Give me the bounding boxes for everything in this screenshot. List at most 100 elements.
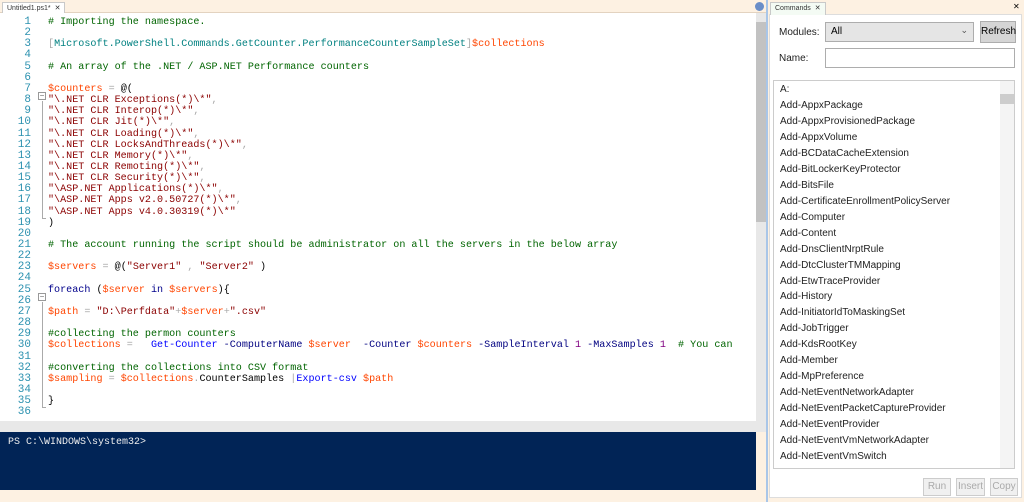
code-line: ) xyxy=(48,218,54,229)
code-token: -ComputerName xyxy=(217,340,303,352)
code-token: , xyxy=(187,150,194,162)
command-list-item[interactable]: Add-EtwTraceProvider xyxy=(780,276,880,287)
code-token: , xyxy=(193,106,200,118)
command-list-item[interactable]: Add-BitLockerKeyProtector xyxy=(780,164,901,175)
code-line: "\.NET CLR Exceptions(*)\*", xyxy=(48,95,218,106)
code-token: ".csv" xyxy=(229,306,267,318)
command-list-item[interactable]: Add-AppxPackage xyxy=(780,100,863,111)
line-number: 11 xyxy=(17,127,31,140)
code-token: "\.NET CLR Interop(*)\*" xyxy=(48,106,194,118)
line-number: 24 xyxy=(17,272,31,285)
command-list-item[interactable]: Add-NetEventVmSwitch xyxy=(780,451,887,462)
modules-label: Modules: xyxy=(779,27,820,38)
close-icon[interactable]: ✕ xyxy=(815,3,821,15)
copy-button[interactable]: Copy xyxy=(990,478,1018,496)
fold-toggle-icon[interactable]: − xyxy=(38,293,46,301)
code-line: } xyxy=(48,396,54,407)
modules-value: All xyxy=(831,26,843,37)
code-token: # You can xyxy=(665,340,733,352)
scrollbar-thumb[interactable] xyxy=(1000,94,1014,104)
code-token: "\ASP.NET Apps v4.0.30319(*)\*" xyxy=(48,206,236,218)
name-label: Name: xyxy=(779,53,809,64)
command-list-item[interactable]: Add-AppxVolume xyxy=(780,132,857,143)
code-token: "\.NET CLR Exceptions(*)\*" xyxy=(48,95,212,107)
code-line: [Microsoft.PowerShell.Commands.GetCounte… xyxy=(48,39,545,50)
command-list-item[interactable]: Add-NetEventNetworkAdapter xyxy=(780,387,914,398)
code-line: "\ASP.NET Apps v4.0.30319(*)\*" xyxy=(48,207,236,218)
command-list-item[interactable]: Add-JobTrigger xyxy=(780,323,849,334)
command-list-item[interactable]: Add-History xyxy=(780,291,832,302)
command-list-item[interactable]: Add-BitsFile xyxy=(780,180,834,191)
code-token: $servers xyxy=(169,284,218,296)
collapse-pane-icon[interactable] xyxy=(755,2,764,11)
code-token: #converting the collections into CSV for… xyxy=(48,362,309,374)
code-token: , xyxy=(181,262,200,274)
code-line: "\.NET CLR Interop(*)\*", xyxy=(48,106,199,117)
command-list-item[interactable]: Add-Member xyxy=(780,355,838,366)
code-token: "\.NET CLR LocksAndThreads(*)\*" xyxy=(48,139,242,151)
code-token: , xyxy=(199,161,206,173)
code-line: foreach ($server in $servers){ xyxy=(48,285,230,296)
code-token: = xyxy=(120,340,151,352)
tab-label: Commands xyxy=(775,5,811,12)
code-token: , xyxy=(217,184,224,196)
run-button[interactable]: Run xyxy=(923,478,951,496)
command-list-item[interactable]: Add-DtcClusterTMMapping xyxy=(780,260,901,271)
code-line: "\ASP.NET Apps v2.0.50727(*)\*", xyxy=(48,195,242,206)
code-token: , xyxy=(199,173,206,185)
code-token: -MaxSamples xyxy=(581,340,654,352)
command-list-item[interactable]: Add-NetEventPacketCaptureProvider xyxy=(780,403,946,414)
code-token: , xyxy=(193,128,200,140)
code-line: "\ASP.NET Applications(*)\*", xyxy=(48,184,224,195)
code-token: } xyxy=(48,396,55,408)
line-number: 4 xyxy=(24,49,31,62)
code-token: ( xyxy=(90,284,103,296)
console-prompt: PS C:\WINDOWS\system32> xyxy=(8,437,147,448)
code-token: "\ASP.NET Apps v2.0.50727(*)\*" xyxy=(48,195,236,207)
fold-guide xyxy=(42,101,46,219)
command-list-item[interactable]: Add-AppxProvisionedPackage xyxy=(780,116,915,127)
name-input[interactable] xyxy=(825,48,1015,68)
command-list-item[interactable]: Add-Computer xyxy=(780,212,845,223)
code-token: | xyxy=(284,373,297,385)
code-line: $sampling = $collections.CounterSamples … xyxy=(48,374,393,385)
code-token: $sampling xyxy=(48,373,103,385)
command-list-item[interactable]: Add-CertificateEnrollmentPolicyServer xyxy=(780,196,950,207)
code-token: # The account running the script should … xyxy=(48,240,618,251)
code-token: ) xyxy=(48,217,55,229)
code-token: , xyxy=(241,139,248,151)
command-list-item[interactable]: Add-Content xyxy=(780,228,836,239)
code-token: in xyxy=(144,284,170,296)
code-line: "\.NET CLR LocksAndThreads(*)\*", xyxy=(48,140,248,151)
close-pane-icon[interactable]: ✕ xyxy=(1013,2,1020,11)
command-list-item[interactable]: Add-InitiatorIdToMaskingSet xyxy=(780,307,905,318)
code-line: #converting the collections into CSV for… xyxy=(48,363,308,374)
line-number: 36 xyxy=(17,406,31,419)
refresh-button[interactable]: Refresh xyxy=(980,21,1016,43)
editor-horizontal-scrollbar[interactable] xyxy=(0,421,766,432)
code-token: "D:\Perfdata" xyxy=(96,306,176,318)
command-list-item[interactable]: Add-MpPreference xyxy=(780,371,864,382)
command-list-item[interactable]: Add-NetEventProvider xyxy=(780,419,880,430)
command-list-item[interactable]: Add-KdsRootKey xyxy=(780,339,857,350)
command-list-item[interactable]: A: xyxy=(780,84,789,95)
command-list-item[interactable]: Add-DnsClientNrptRule xyxy=(780,244,884,255)
code-token: $server xyxy=(181,306,224,318)
code-token: "\.NET CLR Remoting(*)\*" xyxy=(48,161,200,173)
fold-toggle-icon[interactable]: − xyxy=(38,92,46,100)
command-list-item[interactable]: Add-NetEventVmNetworkAdapter xyxy=(780,435,929,446)
command-list-item[interactable]: Add-BCDataCacheExtension xyxy=(780,148,909,159)
list-scrollbar[interactable] xyxy=(1000,81,1014,468)
script-editor[interactable]: − − 1 # Importing the namespace. 2 3 [Micros… xyxy=(0,13,756,421)
code-line: $path = "D:\Perfdata"+$server+".csv" xyxy=(48,307,266,318)
code-line: # An array of the .NET / ASP.NET Perform… xyxy=(48,62,369,73)
commands-list[interactable]: A: Add-AppxPackage Add-AppxProvisionedPack… xyxy=(773,80,1015,469)
code-line: # The account running the script should … xyxy=(48,240,617,251)
code-token: , xyxy=(169,117,176,129)
insert-button[interactable]: Insert xyxy=(956,478,985,496)
fold-guide xyxy=(42,302,46,408)
modules-select[interactable]: All ⌄ xyxy=(825,22,974,42)
scrollbar-thumb[interactable] xyxy=(756,22,766,222)
tab-commands[interactable]: Commands ✕ xyxy=(770,2,826,15)
console-pane[interactable]: PS C:\WINDOWS\system32> xyxy=(0,432,756,490)
